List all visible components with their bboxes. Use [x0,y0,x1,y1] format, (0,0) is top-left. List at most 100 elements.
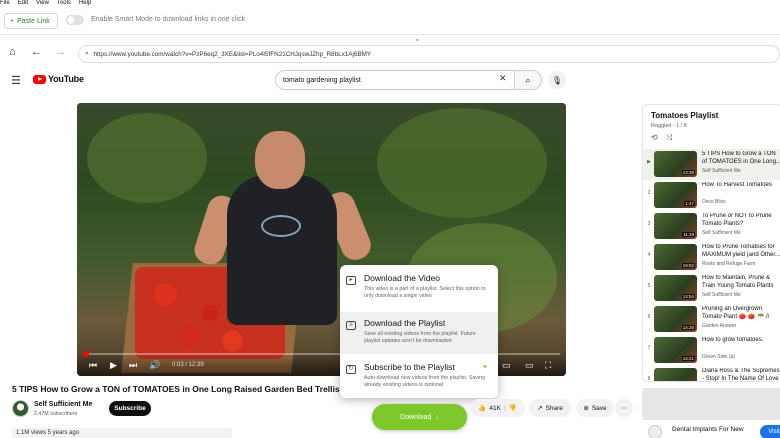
playlist-video-title[interactable]: How To Harvest Tomatoes [702,182,780,190]
ad-thumbnail[interactable] [642,388,780,420]
download-playlist-option[interactable]: ≡ Download the Playlist Save all existin… [340,312,498,354]
youtube-logo-text: YouTube [48,74,84,84]
playlist-thumbnail[interactable]: 11:19 [654,213,697,239]
youtube-header: ☰ YouTube tomato gardening playlist ✕ ⌕ … [0,68,780,94]
search-icon: ⌕ [85,50,89,57]
playlist-video-title[interactable]: 5 TIPS How to Grow a TON of TOMATOES in … [702,151,780,166]
paste-link-button[interactable]: + Paste Link [4,13,58,29]
menu-tools[interactable]: Tools [57,0,71,7]
subscribe-button[interactable]: Subscribe [109,401,151,416]
home-icon[interactable]: ⌂ [9,46,16,58]
theater-icon[interactable]: ▭ [525,360,534,371]
playlist-thumbnail[interactable]: 19:52 [654,244,697,270]
youtube-logo[interactable]: YouTube [33,74,84,84]
menu-file[interactable]: File [0,0,10,7]
time-display: 0:03 / 12:39 [172,362,204,368]
menubar: File Edit View Tools Help [0,0,780,7]
menu-edit[interactable]: Edit [18,0,28,7]
youtube-search-input[interactable]: tomato gardening playlist [275,70,515,90]
foliage [87,113,207,203]
more-actions-button[interactable]: ⋯ [615,399,633,417]
playlist-video-channel: Self Sufficient Me [702,230,741,236]
playlist-video-title[interactable]: Pruning an Overgrown Tomato Plant 🍅 🍅 🥗 … [702,306,780,321]
download-arrow-icon: ↓ [435,413,439,421]
save-button[interactable]: ⊕ Save [576,399,614,417]
playlist-video-channel: Deco Bliss [702,199,726,205]
volume-icon[interactable]: 🔊 [149,360,160,371]
playlist-thumbnail[interactable] [654,368,697,381]
playlist-item[interactable]: 6 14:26 Pruning an Overgrown Tomato Plant … [643,304,780,335]
foliage [377,108,547,218]
thumbs-down-icon[interactable]: 👎 [509,404,517,412]
ad-logo [648,425,662,438]
mic-button[interactable]: 🎙 [548,71,566,89]
view-count: 1.1M views 5 years ago [12,428,232,438]
more-icon: ⋯ [620,405,628,412]
search-query-text: tomato gardening playlist [283,76,361,84]
playlist-item[interactable]: 7 14:21 How to grow tomatoes. Green Side Up [643,335,780,366]
person-body [227,175,337,325]
playlist-thumbnail[interactable]: 13:54 [654,275,697,301]
subscribe-playlist-option[interactable]: ↻ Subscribe to the Playlist Auto-downloa… [340,356,498,398]
playlist-video-title[interactable]: How to grow tomatoes. [702,337,780,345]
share-icon: ↗ [537,405,543,412]
clear-search-icon[interactable]: ✕ [499,73,507,84]
option-title: Download the Video [364,273,440,283]
playlist-thumbnail[interactable]: 14:26 [654,306,697,332]
channel-avatar[interactable] [12,400,29,417]
playlist-thumbnail[interactable]: 1:47 [654,182,697,208]
shuffle-icon[interactable]: ⤨ [666,133,672,143]
playlist-item[interactable]: ▶ 13:39 5 TIPS How to Grow a TON of TOMATO… [643,149,780,180]
share-label: Share [545,404,563,412]
playlist-subtitle: Reggieit - 1 / 8 [651,123,687,129]
smart-mode-toggle[interactable] [66,15,84,25]
menu-help[interactable]: Help [79,0,91,7]
video-icon: ▸ [346,276,356,285]
chevron-down-icon[interactable]: ⌄ [414,34,421,43]
menu-view[interactable]: View [36,0,49,7]
address-bar[interactable]: ⌕ https://www.youtube.com/watch?v=PzP6eq… [78,45,780,63]
duration-badge: 19:52 [681,263,695,268]
thumbs-up-icon[interactable]: 👍 [478,404,486,412]
shirt-logo [261,215,301,237]
playlist-item[interactable]: 2 1:47 How To Harvest Tomatoes Deco Bliss [643,180,780,211]
menu-icon[interactable]: ☰ [11,74,21,87]
previous-icon[interactable]: ⏮ [89,360,97,371]
playlist-video-title[interactable]: How to Maintain, Prune & Train Young Tom… [702,275,780,290]
next-icon[interactable]: ⏭ [129,360,137,371]
playlist-controls: ⟲ ⤨ [651,133,672,143]
like-count: 41K [489,404,501,412]
playlist-video-channel: Green Side Up [702,354,736,360]
progress-scrubber[interactable] [83,351,89,357]
loop-icon[interactable]: ⟲ [651,133,658,143]
playlist-item[interactable]: 3 11:19 To Prune or NOT to Prune Tomato Pl… [643,211,780,242]
option-desc: Auto-download new videos from the playli… [364,375,486,388]
playlist-item[interactable]: 5 13:54 How to Maintain, Prune & Train You… [643,273,780,304]
download-button[interactable]: Download ↓ [372,404,467,430]
playlist-video-title[interactable]: How to Prune Tomatoes for MAXIMUM yield … [702,244,780,259]
back-arrow-icon[interactable]: ← [31,46,42,58]
play-icon[interactable]: ▶ [110,360,117,371]
youtube-play-icon [33,74,46,84]
search-button[interactable]: ⌕ [514,70,542,90]
option-desc: Save all existing videos from the playli… [364,331,476,344]
download-video-option[interactable]: ▸ Download the Video This video is a par… [340,267,498,309]
miniplayer-icon[interactable]: ▭ [502,360,511,371]
share-button[interactable]: ↗ Share [529,399,571,417]
option-desc: This video is a part of a playlist. Sele… [364,286,486,299]
playlist-video-title[interactable]: To Prune or NOT to Prune Tomato Plants? [702,213,780,228]
playlist-item[interactable]: 8 Diana Ross & The Supremes - Stop! In Th… [643,366,780,381]
playlist-item[interactable]: 4 19:52 How to Prune Tomatoes for MAXIMUM … [643,242,780,273]
visit-button[interactable]: Visit [760,425,780,438]
playlist-title[interactable]: Tomatoes Playlist [651,111,718,120]
playlist-video-title[interactable]: Diana Ross & The Supremes - Stop! In The… [702,368,780,381]
ad-title[interactable]: Dental Implants For New [672,426,744,433]
forward-arrow-icon[interactable]: → [55,46,66,58]
fullscreen-icon[interactable]: ⛶ [545,360,551,371]
subscriber-count: 2.47M subscribers [34,411,78,417]
video-title: 5 TIPS How to Grow a TON of TOMATOES in … [12,384,340,394]
playlist-thumbnail[interactable]: 13:39 [654,151,697,177]
playlist-index: 3 [647,221,651,227]
playlist-thumbnail[interactable]: 14:21 [654,337,697,363]
channel-name[interactable]: Self Sufficient Me [34,401,92,408]
